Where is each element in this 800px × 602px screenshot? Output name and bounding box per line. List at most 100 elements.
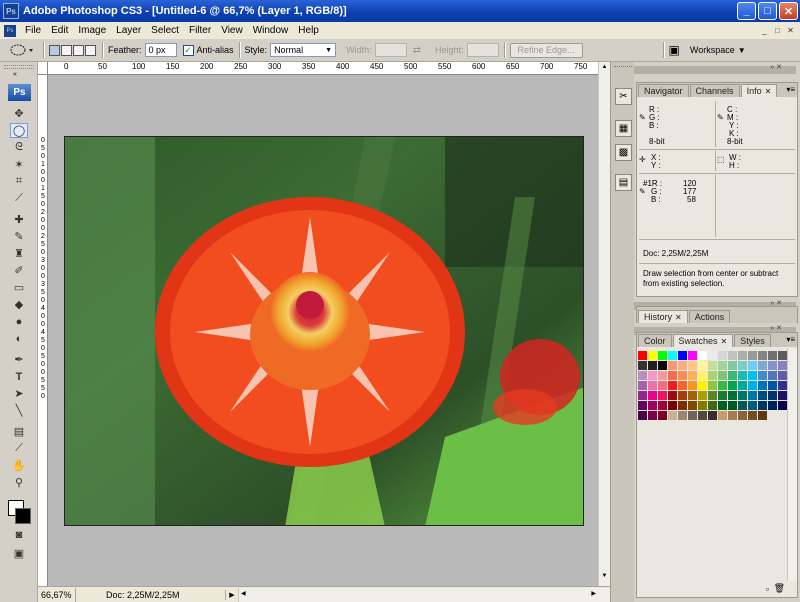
tab-color[interactable]: Color [638, 334, 672, 347]
tab-swatches[interactable]: Swatches ✕ [672, 334, 734, 347]
eraser-tool-icon[interactable]: ▭ [10, 280, 28, 295]
slice-tool-icon[interactable]: ⟋ [10, 191, 28, 206]
color-swatch[interactable] [698, 351, 707, 360]
lasso-tool-icon[interactable]: ᘓ [10, 140, 28, 155]
photoshop-app-icon[interactable]: Ps [3, 3, 19, 19]
background-color-swatch[interactable] [15, 508, 31, 524]
color-swatch[interactable] [648, 351, 657, 360]
color-swatch[interactable] [738, 411, 747, 420]
panel-menu-icon[interactable]: ▾≡ [786, 85, 795, 94]
color-swatch[interactable] [668, 391, 677, 400]
color-swatch[interactable] [748, 361, 757, 370]
toolbox-grip[interactable] [4, 65, 34, 69]
ruler-left[interactable]: 050100150200250300350400450500550 [38, 75, 48, 586]
refine-edge-button[interactable]: Refine Edge... [509, 42, 583, 58]
color-swatch[interactable] [708, 401, 717, 410]
color-swatch[interactable] [748, 411, 757, 420]
color-swatch[interactable] [648, 371, 657, 380]
color-swatch[interactable] [718, 401, 727, 410]
color-swatch[interactable] [638, 381, 647, 390]
menu-image[interactable]: Image [73, 25, 111, 36]
menu-help[interactable]: Help [293, 25, 324, 36]
menu-view[interactable]: View [216, 25, 248, 36]
vertical-scrollbar[interactable]: ▲ ▼ [598, 62, 610, 586]
color-swatch[interactable] [688, 411, 697, 420]
add-to-selection-icon[interactable] [61, 44, 72, 56]
color-swatch[interactable] [748, 391, 757, 400]
maximize-button[interactable]: □ [758, 2, 777, 20]
color-swatch[interactable] [688, 361, 697, 370]
color-swatch[interactable] [688, 371, 697, 380]
color-swatch[interactable] [758, 411, 767, 420]
dock-grip[interactable] [614, 66, 632, 69]
doc-close-button[interactable]: ✕ [785, 25, 796, 36]
color-swatch[interactable] [708, 361, 717, 370]
menu-window[interactable]: Window [248, 25, 294, 36]
color-swatch[interactable] [688, 391, 697, 400]
menu-select[interactable]: Select [146, 25, 184, 36]
panel-group-header[interactable]: » ✕ [634, 64, 796, 74]
color-swatch[interactable] [708, 351, 717, 360]
color-swatch[interactable] [768, 401, 777, 410]
color-swatch[interactable] [718, 361, 727, 370]
clone-source-icon[interactable]: ▩ [615, 144, 632, 161]
magic-wand-icon[interactable]: ✶ [10, 157, 28, 172]
healing-brush-icon[interactable]: ✚ [10, 212, 28, 227]
color-swatch[interactable] [748, 371, 757, 380]
tab-styles[interactable]: Styles [734, 334, 771, 347]
close-button[interactable]: ✕ [779, 2, 798, 20]
intersect-selection-icon[interactable] [85, 44, 96, 56]
tool-preset-picker[interactable] [6, 41, 38, 59]
color-swatch[interactable] [678, 411, 687, 420]
menu-edit[interactable]: Edit [46, 25, 73, 36]
color-swatch[interactable] [638, 351, 647, 360]
color-swatch[interactable] [658, 351, 667, 360]
color-swatch[interactable] [768, 351, 777, 360]
color-swatch[interactable] [728, 381, 737, 390]
color-swatch[interactable] [728, 351, 737, 360]
color-swatch[interactable] [768, 391, 777, 400]
color-swatch[interactable] [658, 391, 667, 400]
color-swatch[interactable] [698, 381, 707, 390]
color-swatch[interactable] [748, 401, 757, 410]
crop-tool-icon[interactable]: ⌗ [10, 174, 28, 189]
color-swatch[interactable] [668, 361, 677, 370]
doc-minimize-button[interactable]: _ [759, 25, 770, 36]
type-tool-icon[interactable]: T [10, 369, 28, 384]
pen-tool-icon[interactable]: ✒ [10, 352, 28, 367]
color-swatch[interactable] [668, 381, 677, 390]
dodge-tool-icon[interactable]: ◐ [10, 331, 28, 346]
style-select[interactable]: Normal ▼ [270, 43, 337, 57]
color-swatch[interactable] [698, 411, 707, 420]
color-swatch[interactable] [738, 381, 747, 390]
color-swatch[interactable] [638, 371, 647, 380]
color-swatch[interactable] [738, 361, 747, 370]
color-swatch[interactable] [728, 371, 737, 380]
line-tool-icon[interactable]: ╲ [10, 403, 28, 418]
color-swatch[interactable] [688, 381, 697, 390]
new-selection-icon[interactable] [49, 44, 60, 56]
color-swatch[interactable] [718, 411, 727, 420]
color-swatch[interactable] [758, 351, 767, 360]
color-swatch[interactable] [778, 361, 787, 370]
color-swatch[interactable] [638, 411, 647, 420]
menu-filter[interactable]: Filter [184, 25, 216, 36]
color-swatch[interactable] [778, 401, 787, 410]
color-swatch[interactable] [778, 371, 787, 380]
color-swatch[interactable] [678, 381, 687, 390]
color-swatch[interactable] [648, 401, 657, 410]
toolbox-collapse-icon[interactable]: « [13, 71, 17, 78]
move-tool-icon[interactable]: ✥ [10, 106, 28, 121]
color-swatch[interactable] [658, 361, 667, 370]
doc-restore-button[interactable]: □ [772, 25, 783, 36]
photoshop-logo[interactable]: Ps [8, 84, 31, 101]
tab-channels[interactable]: Channels [689, 84, 740, 97]
color-swatch[interactable] [718, 391, 727, 400]
color-swatch[interactable] [748, 381, 757, 390]
status-menu-arrow-icon[interactable]: ▶ [226, 591, 238, 599]
zoom-level[interactable]: 66,67% [38, 587, 76, 602]
layer-comps-icon[interactable]: ▤ [615, 174, 632, 191]
blur-tool-icon[interactable]: ● [10, 314, 28, 329]
color-swatch[interactable] [738, 371, 747, 380]
color-swatch[interactable] [778, 391, 787, 400]
